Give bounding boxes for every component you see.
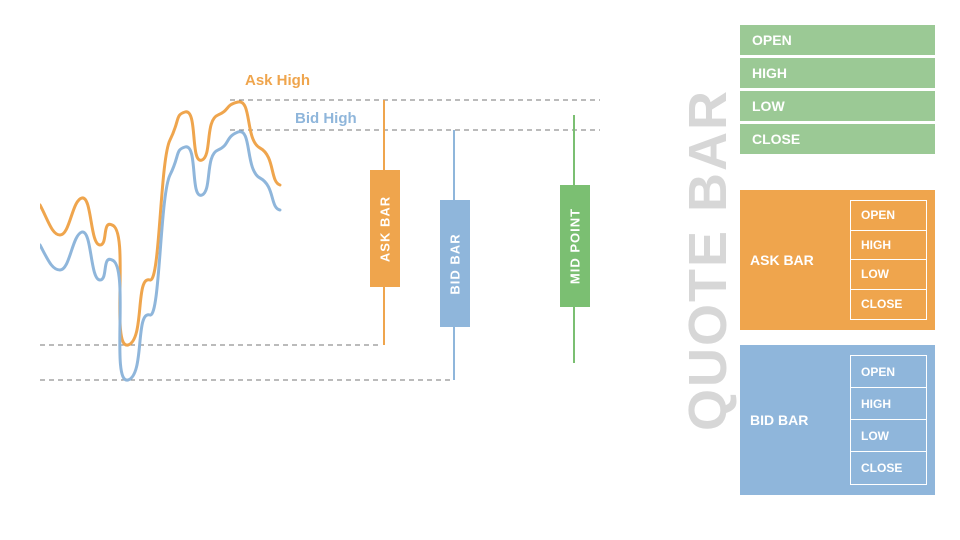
panel-bid-bar: BID BAR OPEN HIGH LOW CLOSE [740,345,935,495]
candlestick-ask: ASK BAR [370,70,398,420]
bid-curve [40,132,280,381]
ohlc-close: CLOSE [740,124,935,154]
bid-close: CLOSE [851,452,926,484]
ohlc-low: LOW [740,91,935,124]
panel-ask-label: ASK BAR [740,190,850,330]
ask-close: CLOSE [851,290,926,320]
panel-ask-mini: OPEN HIGH LOW CLOSE [850,200,927,320]
mid-body: MID POINT [560,185,590,307]
bid-low: LOW [851,420,926,452]
ask-high: HIGH [851,231,926,261]
ask-low: LOW [851,260,926,290]
candlestick-mid: MID POINT [560,70,588,420]
bid-body: BID BAR [440,200,470,327]
bid-bar-label: BID BAR [448,233,463,294]
diagram-stage: QUOTE BAR OPEN HIGH LOW CLOSE ASK BAR OP… [0,0,960,540]
annotation-ask-high: Ask High [245,72,310,89]
ask-curve [40,102,280,345]
panel-bid-label: BID BAR [740,345,850,495]
ohlc-open: OPEN [740,25,935,58]
ask-bar-label: ASK BAR [378,195,393,261]
quote-bar-vertical-label: QUOTE BAR [680,25,735,495]
panel-bid-mini: OPEN HIGH LOW CLOSE [850,355,927,485]
quote-bar-text: QUOTE BAR [677,89,739,431]
panel-ohlc-top: OPEN HIGH LOW CLOSE [740,25,935,154]
ohlc-high: HIGH [740,58,935,91]
bid-high: HIGH [851,388,926,420]
mid-bar-label: MID POINT [568,208,583,284]
ask-open: OPEN [851,201,926,231]
annotation-bid-high: Bid High [295,110,357,127]
candlestick-bid: BID BAR [440,70,468,420]
price-chart: Ask High Bid High ASK BAR BID BAR MID PO… [40,70,600,420]
bid-open: OPEN [851,356,926,388]
panel-ask-bar: ASK BAR OPEN HIGH LOW CLOSE [740,190,935,330]
ask-body: ASK BAR [370,170,400,287]
